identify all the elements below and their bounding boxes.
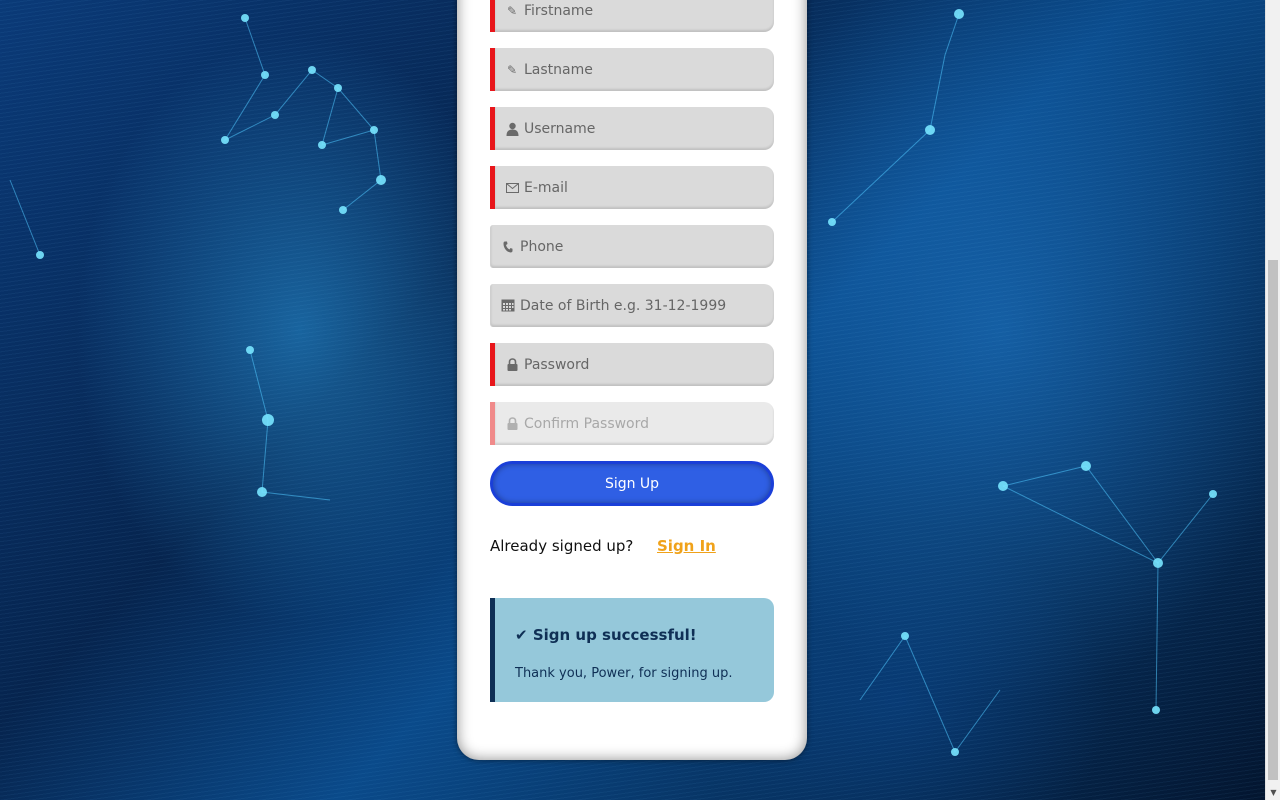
password-input[interactable] xyxy=(524,356,754,373)
confirm-password-input[interactable] xyxy=(524,415,754,432)
lock-icon xyxy=(505,417,519,431)
username-field[interactable] xyxy=(490,107,774,150)
pencil-icon: ✎ xyxy=(506,62,518,77)
scrollbar-thumb[interactable] xyxy=(1268,260,1278,780)
username-input[interactable] xyxy=(524,120,754,137)
password-field[interactable] xyxy=(490,343,774,386)
calendar-icon xyxy=(501,299,515,313)
firstname-input[interactable] xyxy=(524,2,754,19)
already-signed-up-text: Already signed up? xyxy=(490,537,634,555)
envelope-icon xyxy=(505,181,519,195)
alert-message: Thank you, Power, for signing up. xyxy=(515,666,733,681)
vertical-scrollbar[interactable]: ▼ xyxy=(1265,0,1280,800)
alert-title-text: Sign up successful! xyxy=(532,626,697,644)
dob-input[interactable] xyxy=(520,297,750,314)
firstname-field[interactable]: ✎ xyxy=(490,0,774,32)
email-field[interactable] xyxy=(490,166,774,209)
pencil-icon: ✎ xyxy=(506,3,518,18)
scroll-down-arrow-icon[interactable]: ▼ xyxy=(1266,785,1280,800)
lock-icon xyxy=(505,358,519,372)
success-alert: ✔ Sign up successful! Thank you, Power, … xyxy=(490,598,774,702)
phone-input[interactable] xyxy=(520,238,750,255)
confirm-password-field[interactable] xyxy=(490,402,774,445)
alert-title: ✔ Sign up successful! xyxy=(515,626,697,644)
lastname-field[interactable]: ✎ xyxy=(490,48,774,91)
email-input[interactable] xyxy=(524,179,754,196)
user-icon xyxy=(505,122,519,136)
dob-field[interactable] xyxy=(490,284,774,327)
sign-in-link[interactable]: Sign In xyxy=(657,537,716,555)
phone-field[interactable] xyxy=(490,225,774,268)
phone-icon xyxy=(501,240,515,254)
lastname-input[interactable] xyxy=(524,61,754,78)
check-icon: ✔ xyxy=(515,626,528,644)
sign-up-button[interactable]: Sign Up xyxy=(490,461,774,506)
